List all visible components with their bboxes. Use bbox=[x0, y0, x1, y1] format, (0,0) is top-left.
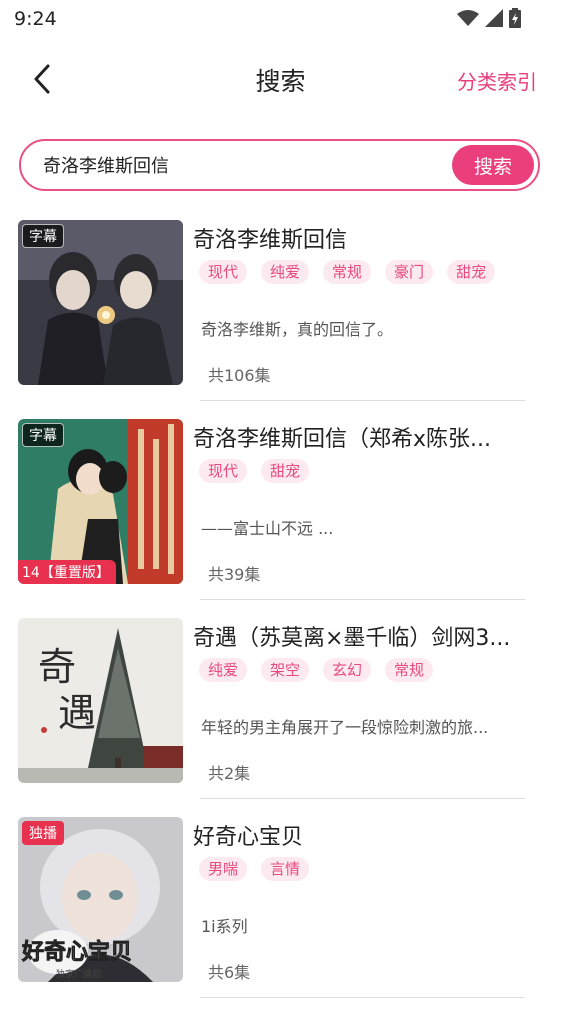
divider bbox=[200, 599, 525, 600]
subtitle-badge: 字幕 bbox=[22, 423, 64, 447]
exclusive-badge: 独播 bbox=[22, 821, 64, 845]
tag-list: 纯爱 架空 玄幻 常规 bbox=[199, 658, 434, 682]
result-description: 年轻的男主角展开了一段惊险刺激的旅... bbox=[201, 718, 489, 737]
tag-list: 现代 甜宠 bbox=[199, 459, 310, 483]
cover-image[interactable]: 好奇心宝贝 独家广播剧 独播 bbox=[18, 817, 183, 982]
tag[interactable]: 纯爱 bbox=[199, 658, 248, 682]
result-title[interactable]: 好奇心宝贝 bbox=[193, 819, 533, 851]
wifi-icon bbox=[457, 10, 479, 26]
cover-subtitle-text: 独家广播剧 bbox=[56, 968, 101, 980]
header: 搜索 分类索引 bbox=[0, 52, 561, 106]
tag[interactable]: 常规 bbox=[385, 658, 434, 682]
battery-icon bbox=[509, 8, 521, 28]
tag[interactable]: 纯爱 bbox=[261, 260, 310, 284]
result-item[interactable]: 奇 遇 奇遇（苏莫离×墨千临）剑网3... 纯爱 架空 玄幻 常规 年轻的男主角… bbox=[0, 618, 561, 817]
divider bbox=[200, 997, 525, 998]
tag[interactable]: 现代 bbox=[199, 260, 248, 284]
category-index-link[interactable]: 分类索引 bbox=[457, 66, 537, 95]
tag[interactable]: 现代 bbox=[199, 459, 248, 483]
subtitle-badge: 字幕 bbox=[22, 224, 64, 248]
result-list: 字幕 奇洛李维斯回信 现代 纯爱 常规 豪门 甜宠 奇洛李维斯，真的回信了。 共… bbox=[0, 220, 561, 1016]
divider bbox=[200, 400, 525, 401]
tag[interactable]: 常规 bbox=[323, 260, 372, 284]
cover-art: 奇 遇 bbox=[18, 618, 183, 783]
cover-image[interactable]: 奇 遇 bbox=[18, 618, 183, 783]
result-description: ——富士山不远 ... bbox=[201, 519, 334, 538]
status-icons bbox=[457, 8, 521, 28]
tag[interactable]: 言情 bbox=[261, 857, 310, 881]
result-item[interactable]: 好奇心宝贝 独家广播剧 独播 好奇心宝贝 男喘 言情 1i系列 共6集 bbox=[0, 817, 561, 1016]
signal-icon bbox=[485, 9, 503, 27]
search-button[interactable]: 搜索 bbox=[452, 145, 534, 185]
result-item[interactable]: 字幕 奇洛李维斯回信 现代 纯爱 常规 豪门 甜宠 奇洛李维斯，真的回信了。 共… bbox=[0, 220, 561, 419]
tag-list: 男喘 言情 bbox=[199, 857, 310, 881]
tag[interactable]: 甜宠 bbox=[447, 260, 496, 284]
tag[interactable]: 玄幻 bbox=[323, 658, 372, 682]
tag-list: 现代 纯爱 常规 豪门 甜宠 bbox=[199, 260, 496, 284]
version-label: 14【重置版】 bbox=[18, 560, 116, 584]
result-title[interactable]: 奇遇（苏莫离×墨千临）剑网3... bbox=[193, 620, 533, 652]
status-time: 9:24 bbox=[14, 8, 57, 30]
result-description: 1i系列 bbox=[201, 917, 248, 936]
tag[interactable]: 甜宠 bbox=[261, 459, 310, 483]
tag[interactable]: 架空 bbox=[261, 658, 310, 682]
tag[interactable]: 豪门 bbox=[385, 260, 434, 284]
result-item[interactable]: 字幕 14【重置版】 奇洛李维斯回信（郑希x陈张... 现代 甜宠 ——富士山不… bbox=[0, 419, 561, 618]
episode-count: 共6集 bbox=[208, 963, 251, 982]
search-bar: 搜索 bbox=[19, 139, 540, 191]
result-description: 奇洛李维斯，真的回信了。 bbox=[201, 320, 394, 339]
divider bbox=[200, 798, 525, 799]
search-input[interactable] bbox=[43, 151, 443, 179]
episode-count: 共2集 bbox=[208, 764, 251, 783]
cover-image[interactable]: 字幕 bbox=[18, 220, 183, 385]
episode-count: 共106集 bbox=[208, 366, 271, 385]
episode-count: 共39集 bbox=[208, 565, 261, 584]
status-bar: 9:24 bbox=[0, 0, 561, 40]
cover-title-char: 遇 bbox=[58, 691, 96, 735]
result-title[interactable]: 奇洛李维斯回信 bbox=[193, 222, 533, 254]
cover-title-text: 好奇心宝贝 bbox=[21, 939, 132, 965]
tag[interactable]: 男喘 bbox=[199, 857, 248, 881]
result-title[interactable]: 奇洛李维斯回信（郑希x陈张... bbox=[193, 421, 533, 453]
cover-title-char: 奇 bbox=[38, 645, 76, 689]
cover-image[interactable]: 字幕 14【重置版】 bbox=[18, 419, 183, 584]
